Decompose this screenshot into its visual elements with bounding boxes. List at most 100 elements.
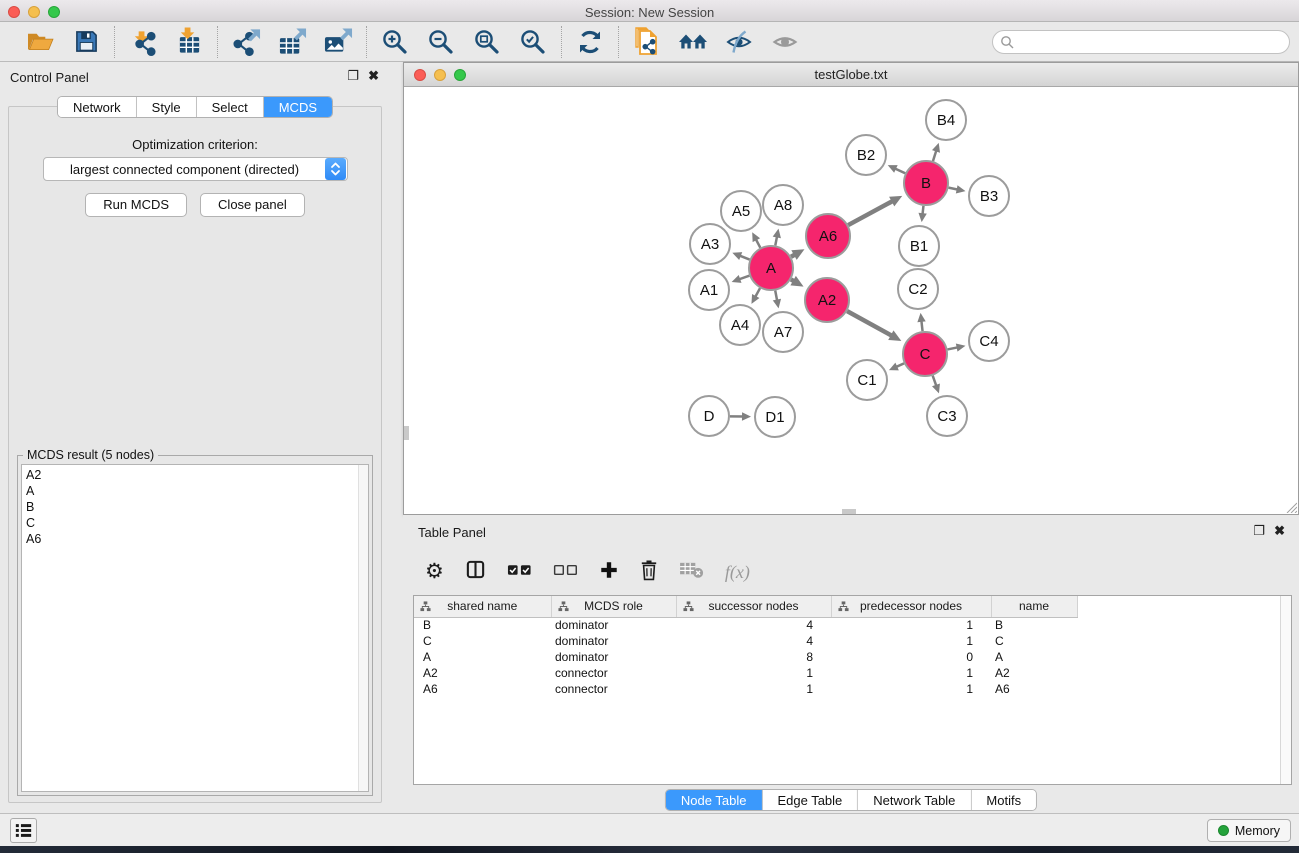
graph-node-B1[interactable]: B1 [899, 226, 939, 266]
table-float-panel-icon[interactable]: ❐ [1253, 523, 1265, 539]
graph-edge-A-A5[interactable] [752, 232, 760, 247]
table-cell[interactable]: B [991, 617, 1077, 633]
table-cell[interactable]: 1 [831, 665, 991, 681]
graph-edge-A-A7[interactable] [773, 291, 781, 309]
search-input[interactable] [992, 30, 1290, 54]
table-cell[interactable]: A2 [414, 665, 551, 681]
graph-node-A[interactable]: A [749, 246, 793, 290]
export-image-button[interactable] [321, 26, 355, 58]
network-minimize-button[interactable] [434, 69, 446, 81]
table-cell[interactable]: dominator [551, 633, 676, 649]
mcds-result-item[interactable]: A2 [22, 465, 368, 483]
column-header-shared-name[interactable]: shared name [414, 596, 551, 617]
minimize-window-button[interactable] [28, 6, 40, 18]
graph-node-C[interactable]: C [903, 332, 947, 376]
graph-node-A3[interactable]: A3 [690, 224, 730, 264]
table-cell[interactable]: dominator [551, 617, 676, 633]
column-header-name[interactable]: name [991, 596, 1077, 617]
graph-node-A4[interactable]: A4 [720, 305, 760, 345]
graph-edge-A-A1[interactable] [732, 275, 750, 283]
close-panel-button[interactable]: Close panel [200, 193, 305, 217]
graph-edge-C-C3[interactable] [932, 376, 940, 394]
graph-node-B3[interactable]: B3 [969, 176, 1009, 216]
tab-style[interactable]: Style [137, 97, 197, 117]
graph-node-D1[interactable]: D1 [755, 397, 795, 437]
select-all-checked-button[interactable] [507, 563, 532, 582]
tab-network[interactable]: Network [58, 97, 137, 117]
graph-node-A1[interactable]: A1 [689, 270, 729, 310]
table-tab-network-table[interactable]: Network Table [858, 790, 971, 810]
add-plus-button[interactable] [599, 560, 619, 585]
graph-edge-C-C2[interactable] [917, 313, 925, 331]
table-cell[interactable]: A [991, 649, 1077, 665]
resize-grip-icon[interactable] [1284, 500, 1297, 513]
zoom-window-button[interactable] [48, 6, 60, 18]
graph-node-C1[interactable]: C1 [847, 360, 887, 400]
graph-edge-A2-C[interactable] [847, 311, 901, 341]
column-header-predecessor-nodes[interactable]: predecessor nodes [831, 596, 991, 617]
close-panel-icon[interactable]: ✖ [368, 68, 379, 84]
optimization-criterion-dropdown[interactable]: largest connected component (directed) [43, 157, 348, 181]
horizontal-scroll-stub[interactable] [842, 509, 856, 514]
graph-edge-A-A8[interactable] [773, 229, 781, 246]
graph-edge-A-A2[interactable] [790, 276, 803, 287]
show-eye-button[interactable] [768, 26, 802, 58]
table-cell[interactable]: dominator [551, 649, 676, 665]
hide-eye-slash-button[interactable] [722, 26, 756, 58]
mcds-result-item[interactable]: A6 [22, 531, 368, 547]
table-cell[interactable]: A6 [991, 681, 1077, 697]
table-scrollbar[interactable] [1280, 596, 1291, 784]
memory-button[interactable]: Memory [1207, 819, 1291, 842]
table-cell[interactable]: 4 [676, 633, 831, 649]
settings-gear-button[interactable]: ⚙ [425, 562, 444, 583]
table-cell[interactable]: 4 [676, 617, 831, 633]
import-table-button[interactable] [172, 26, 206, 58]
mcds-result-item[interactable]: B [22, 499, 368, 515]
graph-edge-B-B3[interactable] [949, 185, 966, 193]
new-network-from-selection-button[interactable] [630, 26, 664, 58]
run-mcds-button[interactable]: Run MCDS [85, 193, 187, 217]
save-disk-button[interactable] [69, 26, 103, 58]
table-tab-motifs[interactable]: Motifs [971, 790, 1036, 810]
table-cell[interactable]: C [991, 633, 1077, 649]
table-cell[interactable]: 1 [676, 665, 831, 681]
graph-node-B2[interactable]: B2 [846, 135, 886, 175]
tab-select[interactable]: Select [197, 97, 264, 117]
table-cell[interactable]: B [414, 617, 551, 633]
graph-edge-B-B1[interactable] [918, 206, 926, 222]
graph-edge-A6-B[interactable] [848, 196, 902, 225]
import-network-button[interactable] [126, 26, 160, 58]
table-cell[interactable]: 1 [831, 617, 991, 633]
table-close-panel-icon[interactable]: ✖ [1274, 523, 1285, 539]
table-cell[interactable]: connector [551, 681, 676, 697]
task-history-button[interactable] [10, 818, 37, 843]
zoom-in-button[interactable] [378, 26, 412, 58]
table-tab-node-table[interactable]: Node Table [666, 790, 763, 810]
table-cell[interactable]: C [414, 633, 551, 649]
table-cell[interactable]: 0 [831, 649, 991, 665]
zoom-selected-button[interactable] [516, 26, 550, 58]
table-cell[interactable]: connector [551, 665, 676, 681]
graph-node-A6[interactable]: A6 [806, 214, 850, 258]
network-close-button[interactable] [414, 69, 426, 81]
graph-node-D[interactable]: D [689, 396, 729, 436]
mcds-result-list[interactable]: A2ABCA6 [21, 464, 369, 792]
export-network-button[interactable] [229, 26, 263, 58]
tab-mcds[interactable]: MCDS [264, 97, 332, 117]
zoom-fit-button[interactable] [470, 26, 504, 58]
unselect-all-button[interactable] [553, 563, 578, 582]
export-table-button[interactable] [275, 26, 309, 58]
table-tab-edge-table[interactable]: Edge Table [762, 790, 858, 810]
graph-node-A8[interactable]: A8 [763, 185, 803, 225]
refresh-button[interactable] [573, 26, 607, 58]
network-canvas[interactable]: AA1A2A3A4A5A6A7A8BB1B2B3B4CC1C2C3C4DD1 [404, 87, 1298, 514]
close-window-button[interactable] [8, 6, 20, 18]
graph-node-C4[interactable]: C4 [969, 321, 1009, 361]
mcds-result-item[interactable]: A [22, 483, 368, 499]
table-cell[interactable]: 1 [831, 681, 991, 697]
graph-node-C3[interactable]: C3 [927, 396, 967, 436]
column-header-MCDS-role[interactable]: MCDS role [551, 596, 676, 617]
network-zoom-button[interactable] [454, 69, 466, 81]
table-cell[interactable]: 1 [676, 681, 831, 697]
table-cell[interactable]: A6 [414, 681, 551, 697]
